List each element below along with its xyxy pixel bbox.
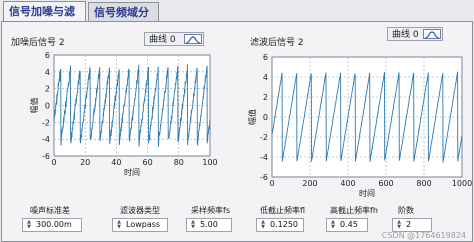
sample-rate-value: 5.00 bbox=[200, 220, 218, 229]
order-label: 阶数 bbox=[398, 206, 414, 215]
x-tick-label: 0 bbox=[51, 158, 56, 167]
watermark: CSDN @1764619824 bbox=[381, 231, 466, 240]
y-tick-label: -2 bbox=[42, 118, 50, 127]
x-tick-label: 20 bbox=[80, 158, 90, 167]
y-tick-label: 4 bbox=[263, 73, 268, 82]
tab-signal-noise-filter[interactable]: 信号加噪与滤波 bbox=[3, 1, 86, 37]
tab-bar: 信号加噪与滤波 信号频域分析 bbox=[0, 0, 474, 38]
x-tick-label: 600 bbox=[378, 179, 393, 188]
sample-rate-label: 采样频率fs bbox=[191, 206, 230, 215]
order-value: 2 bbox=[406, 220, 412, 229]
x-tick-label: 200 bbox=[302, 179, 317, 188]
y-axis-label: 幅值 bbox=[29, 98, 39, 114]
high-cutoff-input[interactable]: ▲ ▼ 0.45 bbox=[326, 218, 368, 232]
y-tick-label: 6 bbox=[45, 51, 50, 60]
plot2-title: 滤波后信号 2 bbox=[250, 38, 304, 48]
x-tick-label: 100 bbox=[202, 158, 217, 167]
high-cutoff-value: 0.45 bbox=[340, 220, 358, 229]
spinner-arrows-icon[interactable]: ▲ ▼ bbox=[395, 220, 403, 230]
filtered-signal-chart: 0 200 400 600 800 1000 6 4 2 0 -2 -4 -6 时间 幅值 bbox=[247, 53, 472, 198]
plot1-title: 加噪后信号 2 bbox=[11, 38, 65, 48]
y-tick-label: -6 bbox=[260, 173, 268, 182]
line-style-icon bbox=[184, 34, 202, 44]
x-axis-label: 时间 bbox=[359, 188, 375, 198]
order-input[interactable]: ▲ ▼ 2 bbox=[392, 218, 432, 232]
x-tick-label: 800 bbox=[416, 179, 431, 188]
low-cutoff-input[interactable]: ▲ ▼ 0.1250 bbox=[256, 218, 304, 232]
y-tick-label: 6 bbox=[263, 53, 268, 62]
y-tick-label: 2 bbox=[45, 85, 50, 94]
y-tick-label: -4 bbox=[260, 153, 268, 162]
spinner-arrows-icon[interactable]: ▲ ▼ bbox=[259, 220, 267, 230]
noisy-signal-chart: 0 20 40 60 80 1006420-2-4-6时间幅值 bbox=[29, 51, 218, 177]
y-tick-label: 0 bbox=[263, 113, 268, 122]
y-axis-label: 幅值 bbox=[247, 109, 257, 125]
x-tick-label: 80 bbox=[174, 158, 184, 167]
y-tick-label: 4 bbox=[45, 68, 50, 77]
noise-std-value: 300.00m bbox=[36, 220, 72, 229]
x-axis-label: 时间 bbox=[124, 167, 140, 177]
y-tick-label: 2 bbox=[263, 93, 268, 102]
legend-label: 曲线 0 bbox=[392, 30, 419, 40]
noise-std-label: 噪声标准差 bbox=[30, 206, 70, 215]
low-cutoff-value: 0.1250 bbox=[270, 220, 298, 229]
sample-rate-input[interactable]: ▲ ▼ 5.00 bbox=[186, 218, 232, 232]
x-tick-label: 400 bbox=[340, 179, 355, 188]
y-tick-label: -6 bbox=[42, 152, 50, 161]
y-tick-label: 0 bbox=[45, 102, 50, 111]
spinner-arrows-icon[interactable]: ▲ ▼ bbox=[189, 220, 197, 230]
x-tick-label: 0 bbox=[269, 179, 274, 188]
spinner-arrows-icon[interactable]: ▲ ▼ bbox=[115, 220, 123, 230]
plot2-legend[interactable]: 曲线 0 bbox=[387, 27, 443, 41]
x-tick-label: 1000 bbox=[452, 179, 472, 188]
tab-panel: 加噪后信号 2 曲线 0 0 20 40 60 80 100 6 4 2 0 -2 -4 -6 时间 幅值 … bbox=[1, 21, 473, 242]
y-tick-label: -2 bbox=[260, 133, 268, 142]
spinner-arrows-icon[interactable]: ▲ ▼ bbox=[329, 220, 337, 230]
legend-label: 曲线 0 bbox=[149, 35, 176, 45]
filter-type-label: 滤波器类型 bbox=[120, 206, 160, 215]
tab-frequency-analysis[interactable]: 信号频域分析 bbox=[88, 2, 159, 38]
low-cutoff-label: 低截止频率fl bbox=[260, 206, 306, 215]
filter-type-value: Lowpass bbox=[126, 220, 161, 229]
x-tick-label: 40 bbox=[111, 158, 121, 167]
x-tick-label: 60 bbox=[143, 158, 153, 167]
noise-std-input[interactable]: ▲ ▼ 300.00m bbox=[22, 218, 82, 232]
filter-type-select[interactable]: ▲ ▼ Lowpass bbox=[112, 218, 168, 232]
plot1-legend[interactable]: 曲线 0 bbox=[144, 32, 204, 46]
high-cutoff-label: 高截止频率fh bbox=[330, 206, 378, 215]
spinner-arrows-icon[interactable]: ▲ ▼ bbox=[25, 220, 33, 230]
line-style-icon bbox=[423, 29, 441, 39]
y-tick-label: -4 bbox=[42, 135, 50, 144]
